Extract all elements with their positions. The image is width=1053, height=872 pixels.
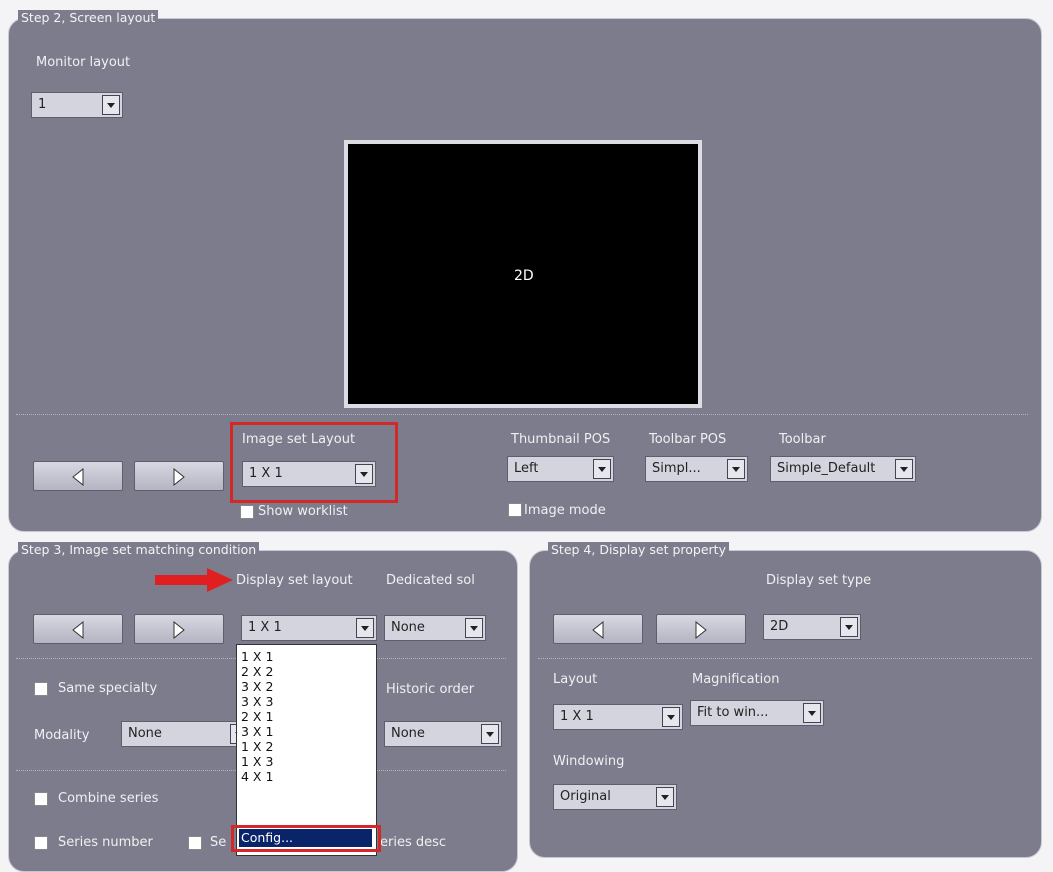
dropdown-option[interactable]: 3 X 1 [241, 724, 273, 739]
windowing-value: Original [560, 789, 611, 804]
same-specialty-label: Same specialty [58, 681, 158, 696]
chevron-down-icon[interactable] [803, 703, 821, 723]
thumbnail-pos-value: Left [514, 461, 539, 476]
dropdown-option[interactable]: 1 X 3 [241, 754, 273, 769]
chevron-down-icon[interactable] [895, 459, 913, 479]
historic-order-label: Historic order [386, 682, 475, 697]
layout-preview: 2D [344, 140, 702, 408]
windowing-label: Windowing [553, 754, 625, 769]
combine-series-checkbox[interactable] [34, 792, 48, 806]
dropdown-option[interactable]: 3 X 3 [241, 694, 273, 709]
chevron-down-icon[interactable] [102, 95, 120, 115]
next-button[interactable] [134, 614, 224, 644]
next-button[interactable] [134, 461, 224, 491]
series-desc-partial-label: eries desc [380, 835, 447, 850]
toolbar-label: Toolbar [779, 432, 826, 447]
magnification-select[interactable]: Fit to win... [690, 700, 824, 726]
chevron-down-icon[interactable] [593, 459, 611, 479]
chevron-down-icon[interactable] [481, 724, 499, 744]
highlight-box [231, 825, 381, 852]
dedicated-value: None [391, 620, 425, 635]
dropdown-option[interactable]: 1 X 1 [241, 649, 273, 664]
magnification-label: Magnification [692, 672, 780, 687]
chevron-down-icon[interactable] [840, 617, 858, 637]
display-set-layout-value: 1 X 1 [248, 620, 282, 635]
image-mode-checkbox[interactable] [508, 503, 522, 517]
right-triangle-icon [695, 621, 707, 639]
dropdown-option[interactable]: 2 X 1 [241, 709, 273, 724]
historic-order-value: None [391, 726, 425, 741]
red-arrow-icon [155, 568, 233, 592]
modality-select[interactable]: None [121, 721, 251, 747]
series-number-checkbox[interactable] [34, 836, 48, 850]
next-button[interactable] [656, 614, 746, 644]
same-specialty-checkbox[interactable] [34, 682, 48, 696]
dedicated-label: Dedicated sol [386, 573, 475, 588]
left-triangle-icon [72, 468, 84, 486]
prev-button[interactable] [553, 614, 643, 644]
step2-divider [16, 414, 1028, 415]
windowing-select[interactable]: Original [553, 784, 677, 810]
chevron-down-icon[interactable] [656, 787, 674, 807]
preview-screen: 2D [348, 144, 698, 404]
display-set-layout-label: Display set layout [236, 573, 353, 588]
dropdown-option[interactable]: 2 X 2 [241, 664, 273, 679]
thumbnail-pos-select[interactable]: Left [507, 456, 614, 482]
series-partial-label: Se [210, 835, 227, 850]
toolbar-pos-label: Toolbar POS [649, 432, 727, 447]
thumbnail-pos-label: Thumbnail POS [511, 432, 611, 447]
step3-legend: Step 3, Image set matching condition [18, 542, 260, 558]
chevron-down-icon[interactable] [727, 459, 745, 479]
series-number-label: Series number [58, 835, 153, 850]
combine-series-label: Combine series [58, 791, 159, 806]
display-set-type-value: 2D [770, 619, 789, 634]
display-set-layout-select[interactable]: 1 X 1 [241, 615, 377, 641]
image-mode-label: Image mode [524, 503, 606, 518]
historic-order-select[interactable]: None [384, 721, 502, 747]
chevron-down-icon[interactable] [465, 618, 483, 638]
step2-legend: Step 2, Screen layout [18, 10, 159, 26]
dedicated-select[interactable]: None [384, 615, 486, 641]
show-worklist-label: Show worklist [258, 504, 348, 519]
dropdown-option[interactable]: 4 X 1 [241, 769, 273, 784]
monitor-layout-value: 1 [38, 97, 47, 112]
right-triangle-icon [173, 621, 185, 639]
monitor-layout-label: Monitor layout [36, 55, 131, 70]
left-triangle-icon [72, 621, 84, 639]
layout-select[interactable]: 1 X 1 [553, 704, 683, 730]
layout-label: Layout [553, 672, 598, 687]
step4-divider [538, 658, 1032, 659]
toolbar-select[interactable]: Simple_Default [770, 456, 916, 482]
display-set-type-label: Display set type [766, 573, 872, 588]
step4-legend: Step 4, Display set property [548, 542, 729, 558]
modality-value: None [128, 726, 162, 741]
toolbar-pos-select[interactable]: Simpl... [645, 456, 748, 482]
toolbar-value: Simple_Default [777, 461, 876, 476]
prev-button[interactable] [33, 461, 123, 491]
show-worklist-checkbox[interactable] [240, 505, 254, 519]
toolbar-pos-value: Simpl... [652, 461, 701, 476]
preview-text: 2D [514, 268, 534, 284]
prev-button[interactable] [33, 614, 123, 644]
modality-label: Modality [34, 728, 90, 743]
magnification-value: Fit to win... [697, 705, 769, 720]
display-set-type-select[interactable]: 2D [763, 614, 861, 640]
layout-value: 1 X 1 [560, 709, 594, 724]
dropdown-option[interactable]: 1 X 2 [241, 739, 273, 754]
chevron-down-icon[interactable] [662, 707, 680, 727]
dropdown-option[interactable]: 3 X 2 [241, 679, 273, 694]
series-checkbox[interactable] [188, 836, 202, 850]
highlight-box [230, 422, 398, 503]
monitor-layout-select[interactable]: 1 [31, 92, 123, 118]
right-triangle-icon [173, 468, 185, 486]
chevron-down-icon[interactable] [356, 618, 374, 638]
left-triangle-icon [592, 621, 604, 639]
